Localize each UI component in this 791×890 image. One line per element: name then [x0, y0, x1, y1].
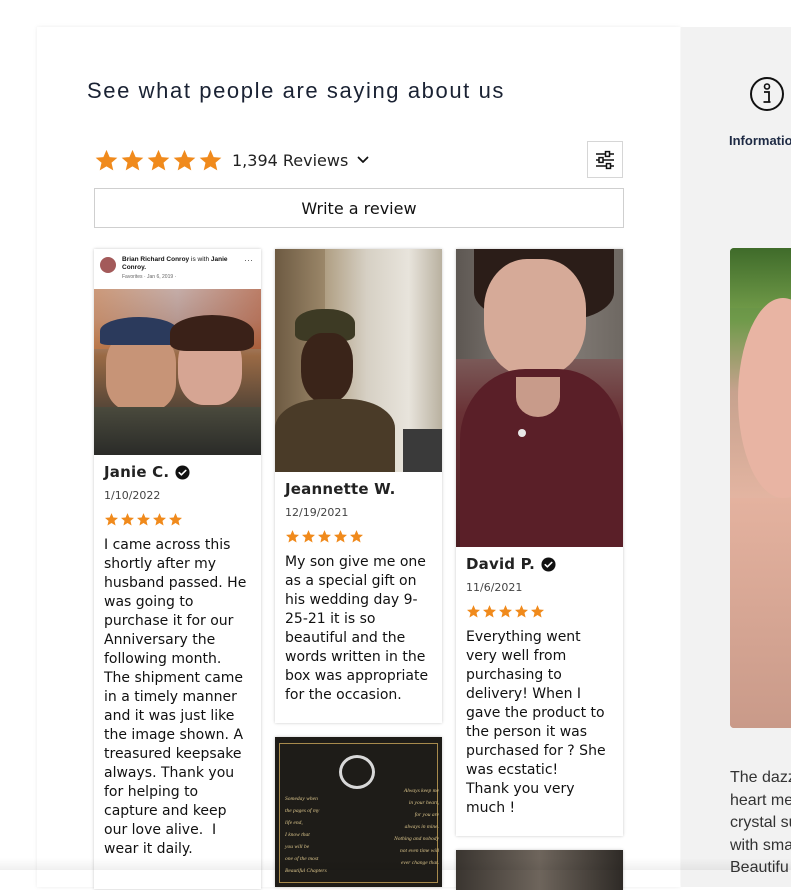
avatar [100, 257, 116, 273]
post-with: is with [191, 256, 210, 263]
review-card[interactable] [456, 850, 623, 890]
more-dots-icon: ··· [244, 255, 253, 265]
star-icon [173, 149, 196, 170]
review-card[interactable]: Jeannette W. 12/19/2021 My son give me o… [275, 249, 442, 723]
reviewer-name: Janie C. [104, 463, 170, 481]
description-line: heart me [730, 791, 791, 809]
star-icon [515, 605, 528, 618]
description-line: crystal su [730, 814, 791, 831]
star-icon [531, 605, 544, 618]
star-icon [334, 530, 347, 543]
review-count: 1,394 Reviews [232, 150, 349, 170]
review-photo[interactable] [456, 249, 623, 547]
star-icon [121, 513, 134, 526]
verified-check-icon [175, 464, 190, 480]
review-card[interactable]: Brian Richard Conroy is with Janie Conro… [94, 249, 261, 889]
info-icon[interactable] [750, 77, 784, 111]
review-rating-stars [104, 512, 251, 527]
description-line: The dazz [730, 769, 791, 786]
star-icon [95, 149, 118, 170]
page-fold-shadow [0, 858, 791, 870]
review-text: Everything went very well from purchasin… [466, 629, 606, 816]
couple-photo [94, 289, 261, 455]
necklace-pendant [339, 755, 375, 789]
post-meta: Favorites · Jan 6, 2019 · [122, 274, 177, 280]
star-icon [467, 605, 480, 618]
average-rating-stars [94, 148, 223, 173]
post-author: Brian Richard Conroy [122, 256, 190, 263]
star-icon [483, 605, 496, 618]
reviews-heading: See what people are saying about us [87, 78, 506, 103]
review-rating-stars [285, 529, 432, 544]
star-icon [105, 513, 118, 526]
review-photo[interactable] [456, 850, 623, 890]
review-card[interactable]: David P. 11/6/2021 Everything went very … [456, 249, 623, 836]
gift-card-right-text: Always keep me in your heart, for you ar… [394, 788, 439, 866]
information-tab-label[interactable]: Informatio [729, 133, 791, 148]
review-date: 1/10/2022 [104, 489, 161, 502]
filter-button[interactable] [587, 141, 623, 178]
write-review-button[interactable]: Write a review [94, 188, 624, 228]
review-photo[interactable]: Brian Richard Conroy is with Janie Conro… [94, 249, 261, 455]
star-icon [199, 149, 222, 170]
description-line: with sma [730, 836, 791, 854]
verified-check-icon [541, 556, 556, 572]
star-icon [153, 513, 166, 526]
review-text: My son give me one as a special gift on … [285, 554, 433, 703]
review-rating-stars [466, 604, 613, 619]
pendant [518, 429, 526, 437]
chevron-down-icon[interactable] [356, 153, 370, 167]
star-icon [318, 530, 331, 543]
rating-summary[interactable]: 1,394 Reviews [94, 146, 370, 174]
facebook-post-header: Brian Richard Conroy is with Janie Conro… [94, 249, 261, 289]
review-text: I came across this shortly after my husb… [104, 537, 251, 857]
star-icon [350, 530, 363, 543]
review-date: 11/6/2021 [466, 581, 523, 594]
sliders-icon [596, 150, 614, 169]
star-icon [286, 530, 299, 543]
star-icon [121, 149, 144, 170]
star-icon [147, 149, 170, 170]
star-icon [137, 513, 150, 526]
star-icon [499, 605, 512, 618]
reviewer-name: David P. [466, 555, 535, 573]
review-photo[interactable] [275, 249, 442, 472]
reviewer-name: Jeannette W. [285, 480, 396, 498]
review-date: 12/19/2021 [285, 506, 349, 519]
star-icon [302, 530, 315, 543]
product-photo[interactable] [730, 248, 791, 728]
star-icon [169, 513, 182, 526]
info-glyph [763, 83, 771, 103]
